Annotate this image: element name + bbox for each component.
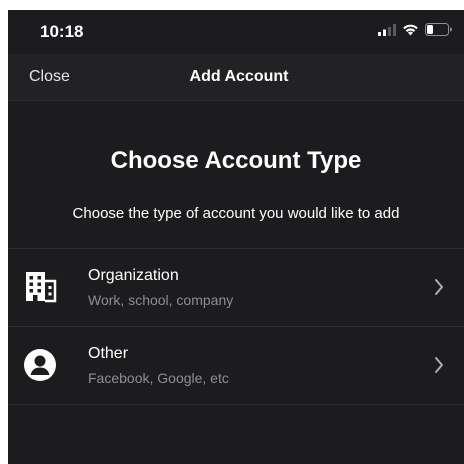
account-type-title: Organization <box>88 267 179 284</box>
account-type-subtitle: Work, school, company <box>88 292 234 308</box>
page-subheading: Choose the type of account you would lik… <box>72 205 400 222</box>
phone-screen: 10:18 Close Add Account Choose Account T… <box>8 10 464 464</box>
account-type-other[interactable]: Other Facebook, Google, etc <box>8 327 464 405</box>
account-type-subtitle: Facebook, Google, etc <box>88 370 229 386</box>
main-content: Choose Account Type Choose the type of a… <box>8 101 464 464</box>
chevron-right-icon <box>434 356 444 374</box>
chevron-right-icon <box>434 278 444 296</box>
cellular-signal-icon <box>378 23 396 41</box>
status-icons <box>378 23 452 41</box>
account-type-list: Organization Work, school, company Other… <box>8 248 464 405</box>
account-type-title: Other <box>88 345 129 362</box>
building-icon <box>22 269 58 305</box>
wifi-icon <box>402 23 419 41</box>
person-icon <box>22 347 58 383</box>
page-heading: Choose Account Type <box>110 147 362 174</box>
nav-title: Add Account <box>189 68 289 85</box>
nav-bar: Close Add Account <box>8 54 464 101</box>
account-type-organization[interactable]: Organization Work, school, company <box>8 249 464 327</box>
battery-icon <box>425 23 452 41</box>
status-time: 10:18 <box>40 22 84 41</box>
status-bar: 10:18 <box>8 10 464 54</box>
